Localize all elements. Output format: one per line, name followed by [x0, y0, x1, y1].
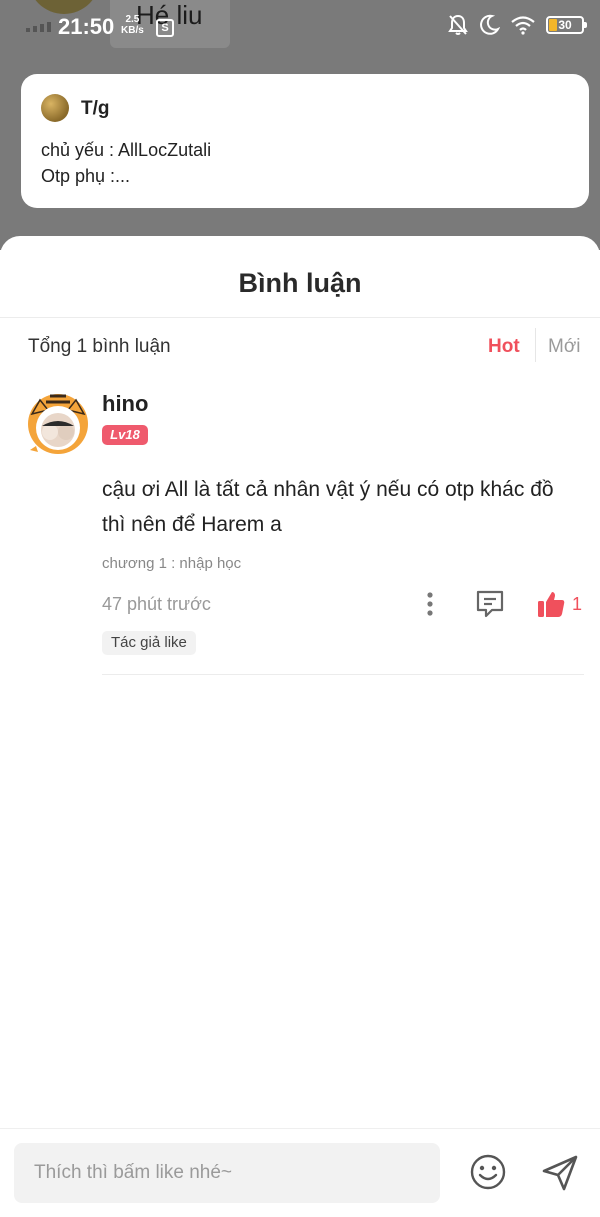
post-text-line: chủ yếu : AllLocZutali: [41, 140, 212, 160]
sort-new-tab[interactable]: Mới: [548, 336, 581, 358]
comments-sheet: Bình luận Tổng 1 bình luận Hot Mới hino …: [0, 236, 600, 1216]
comment-text: cậu ơi All là tất cả nhân vật ý nếu có o…: [102, 478, 554, 536]
battery-icon: 30: [546, 16, 587, 34]
comment-input-bar: Thích thì bấm like nhé~: [0, 1128, 600, 1217]
commenter-name[interactable]: hino: [102, 391, 148, 417]
signal-icon: [26, 22, 51, 32]
net-speed-unit: KB/s: [121, 25, 144, 36]
divider: [0, 317, 600, 318]
net-speed: 2.5 KB/s: [121, 14, 144, 36]
divider: [102, 674, 584, 675]
author-like-tag: Tác giả like: [102, 631, 196, 655]
bell-off-icon: [448, 14, 468, 35]
comment-chapter[interactable]: chương 1 : nhập học: [102, 555, 241, 572]
emoji-icon[interactable]: [469, 1153, 507, 1191]
comment-total: Tổng 1 bình luận: [28, 336, 171, 357]
battery-level: 30: [558, 18, 572, 32]
reply-icon[interactable]: [474, 588, 506, 620]
comment-time: 47 phút trước: [102, 594, 211, 614]
sheet-title: Bình luận: [238, 268, 362, 298]
status-time: 21:50: [58, 14, 115, 39]
commenter-avatar[interactable]: [26, 388, 90, 456]
send-icon[interactable]: [540, 1153, 580, 1193]
moon-icon: [480, 14, 500, 35]
net-speed-value: 2.5: [125, 14, 140, 25]
sort-hot-tab[interactable]: Hot: [488, 336, 520, 358]
level-badge: Lv18: [102, 425, 148, 445]
comment-input[interactable]: Thích thì bấm like nhé~: [14, 1143, 440, 1203]
thumbs-up-icon: [538, 592, 565, 617]
like-count: 1: [572, 593, 583, 614]
post-card[interactable]: T/g chủ yếu : AllLocZutali Otp phụ :...: [21, 74, 589, 208]
post-author-name: T/g: [81, 98, 110, 119]
status-bar: 21:50 2.5 KB/s S 30: [0, 0, 600, 54]
wifi-icon: [511, 16, 535, 35]
sort-divider: [535, 328, 536, 362]
like-button[interactable]: 1: [536, 588, 586, 620]
post-text-line: Otp phụ :...: [41, 166, 131, 186]
app-notification-icon: S: [156, 19, 174, 37]
post-author-avatar: [41, 94, 69, 122]
more-options-icon[interactable]: [418, 590, 442, 618]
